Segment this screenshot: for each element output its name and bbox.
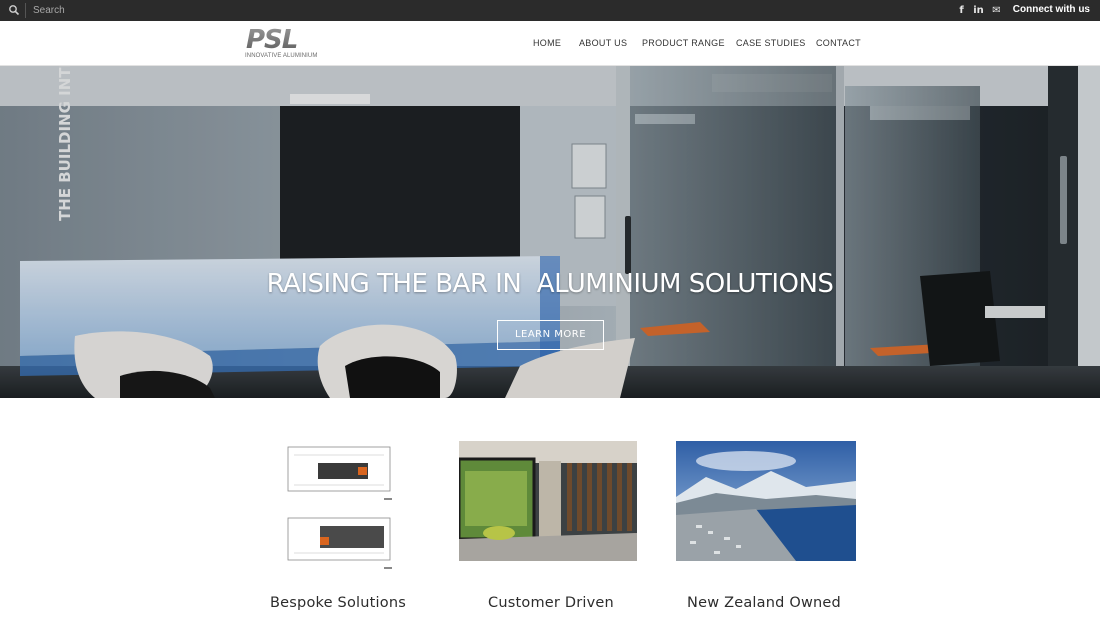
site-header: PSL INNOVATIVE ALUMINIUM HOME ABOUT US P… xyxy=(0,21,1100,66)
search-divider xyxy=(25,3,26,18)
connect-with-us-link[interactable]: Connect with us xyxy=(1013,4,1090,15)
hero-banner: THE BUILDING INTELLIGENCE GROUP RAISING … xyxy=(0,66,1100,398)
nav-case-studies[interactable]: CASE STUDIES xyxy=(736,38,806,48)
linkedin-icon[interactable]: in xyxy=(972,4,985,17)
feature-caption: Bespoke Solutions xyxy=(270,595,406,611)
glass-office-image xyxy=(459,441,637,561)
nav-contact[interactable]: CONTACT xyxy=(816,38,861,48)
facebook-icon[interactable]: f xyxy=(955,4,968,17)
learn-more-button[interactable]: LEARN MORE xyxy=(497,320,604,350)
logo-tagline: INNOVATIVE ALUMINIUM xyxy=(245,53,318,59)
nav-product-range[interactable]: PRODUCT RANGE xyxy=(642,38,725,48)
top-bar: f in ✉ Connect with us xyxy=(0,0,1100,21)
lake-town-image xyxy=(676,441,856,561)
search-icon[interactable] xyxy=(8,4,20,16)
hero-title: RAISING THE BAR IN ALUMINIUM SOLUTIONS xyxy=(266,269,834,299)
mail-icon[interactable]: ✉ xyxy=(990,4,1003,17)
nav-about-us[interactable]: ABOUT US xyxy=(579,38,627,48)
floor-plan-image xyxy=(280,441,400,573)
feature-caption: New Zealand Owned xyxy=(687,595,841,611)
search-input[interactable] xyxy=(33,2,213,19)
main-nav: HOME ABOUT US PRODUCT RANGE CASE STUDIES… xyxy=(0,38,1100,52)
nav-home[interactable]: HOME xyxy=(533,38,561,48)
feature-caption: Customer Driven xyxy=(488,595,614,611)
